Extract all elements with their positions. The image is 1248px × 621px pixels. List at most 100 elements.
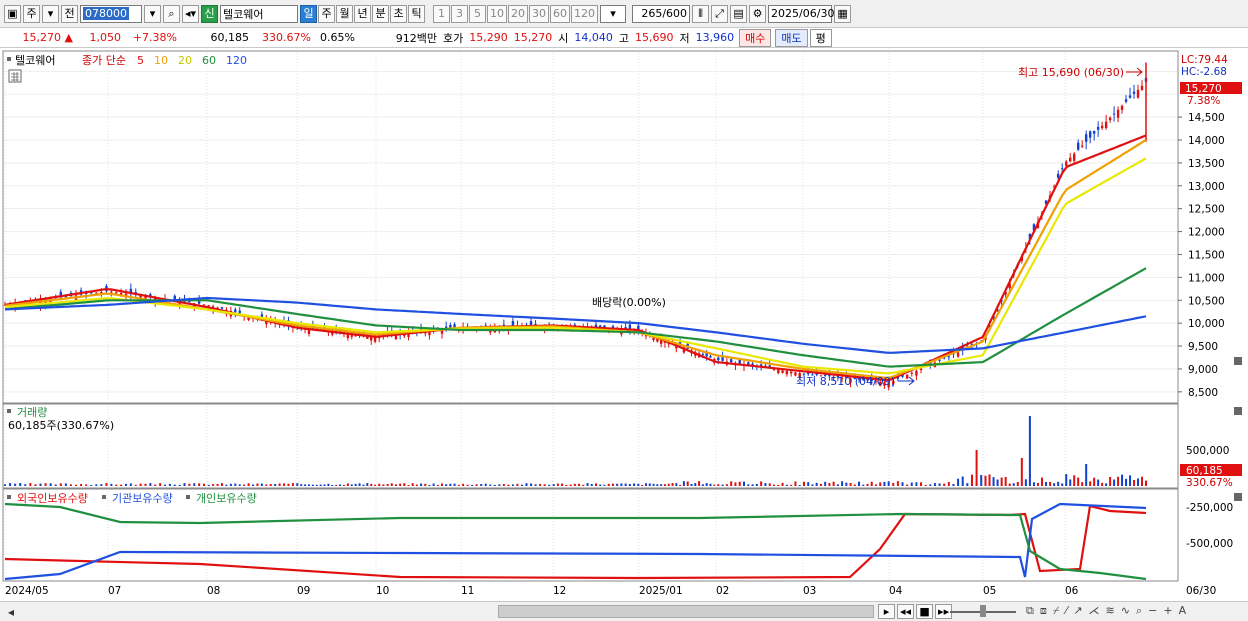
volume-bar	[252, 484, 255, 486]
volume-bar	[498, 484, 501, 486]
date-input[interactable]: 2025/06/30	[768, 4, 835, 23]
volume-bar	[709, 483, 712, 486]
volume-bar	[29, 483, 32, 486]
volume-bar	[1077, 477, 1080, 486]
price-close-icon[interactable]	[1234, 357, 1242, 365]
chart-type-icon[interactable]: ⧉	[1026, 604, 1034, 618]
fib-tool-icon[interactable]: ⋌	[1089, 604, 1100, 618]
current-pct-label: 7.38%	[1187, 95, 1220, 107]
stock-code-input[interactable]: 078000	[80, 4, 142, 23]
line-tool-icon[interactable]: ⁄	[1065, 604, 1067, 618]
y-tick-11: 9,000	[1188, 364, 1218, 376]
calendar-icon[interactable]: ▦	[834, 4, 852, 23]
interval-tab-5[interactable]: 30	[529, 4, 550, 23]
text-tool-icon[interactable]: ≋	[1106, 604, 1115, 618]
scroll-right-icon[interactable]: ▸	[878, 604, 895, 619]
interval-tab-3[interactable]: 10	[487, 4, 508, 23]
volume-bar	[970, 474, 973, 486]
volume-legend-square	[7, 409, 11, 413]
volume-close-icon[interactable]	[1234, 407, 1242, 415]
candle-body	[956, 352, 960, 357]
font-size-icon[interactable]: A	[1179, 604, 1187, 618]
interval-tab-0[interactable]: 1	[433, 4, 451, 23]
date-value: 2025/06/30	[771, 7, 835, 20]
volume-bar	[1093, 477, 1096, 486]
volume-ratio: 330.67%	[262, 31, 311, 44]
eval-button[interactable]: 평	[809, 28, 832, 47]
save-icon[interactable]: ▤	[730, 4, 748, 23]
interval-dropdown[interactable]: ▾	[600, 4, 627, 23]
volume-bar	[858, 481, 861, 486]
period-tab-1[interactable]: 주	[318, 4, 336, 23]
scrollbar-thumb[interactable]	[498, 605, 874, 618]
draw-tool-icon[interactable]: ⤢	[711, 4, 729, 23]
volume-bar	[824, 481, 827, 486]
volume-bar	[633, 483, 636, 486]
scroll-left-icon[interactable]: ◂	[4, 604, 18, 619]
period-tab-5[interactable]: 초	[390, 4, 408, 23]
volume-bar	[212, 484, 215, 486]
candle-body	[100, 291, 103, 294]
bid-value: 15,270	[513, 31, 553, 44]
fit-icon[interactable]: ⌿	[1053, 604, 1060, 618]
new-badge: 신	[201, 4, 219, 23]
interval-tab-4[interactable]: 20	[508, 4, 529, 23]
stock-chart[interactable]: 14,500 14,000 13,500 13,000 12,500 12,000 11,5…	[0, 49, 1248, 601]
layout-icon[interactable]: ▣	[4, 4, 21, 23]
candle-body	[95, 292, 98, 294]
volume-bar	[694, 483, 697, 486]
period-tab-4[interactable]: 분	[372, 4, 390, 23]
volume-bar	[607, 483, 610, 486]
gear-icon[interactable]: ⚙	[749, 4, 767, 23]
interval-tab-2[interactable]: 5	[469, 4, 487, 23]
sell-button[interactable]: 매도	[775, 28, 808, 47]
volume-bar	[229, 483, 232, 486]
speaker-icon[interactable]: ◂▾	[182, 4, 200, 23]
buy-button[interactable]: 매수	[739, 28, 772, 47]
volume-bar	[705, 483, 708, 486]
volume-bar	[480, 484, 483, 486]
count-field[interactable]: 265/600	[632, 4, 691, 23]
volume-bar	[370, 483, 373, 486]
zoom-icon[interactable]: ⌕	[1136, 604, 1142, 618]
interval-tab-6[interactable]: 60	[550, 4, 571, 23]
period-select[interactable]: 주	[23, 4, 40, 23]
stock-name-field: 텔코웨어	[220, 4, 299, 23]
code-dropdown-icon[interactable]: ▾	[144, 4, 161, 23]
volume-bar	[49, 483, 52, 486]
magnet-icon[interactable]: ∿	[1121, 604, 1130, 618]
candle-icon[interactable]: ⫴	[692, 4, 710, 23]
volume-bar	[1113, 479, 1116, 486]
volume-bar	[164, 484, 166, 486]
compare-icon[interactable]: ⧈	[1040, 604, 1047, 618]
volume-bar	[534, 484, 537, 486]
period-tab-0[interactable]: 일	[300, 4, 318, 23]
holding-y-tick-1: -500,000	[1186, 538, 1233, 550]
volume-bar	[751, 484, 754, 486]
zoom-out-icon[interactable]: −	[1148, 604, 1157, 618]
candle-body	[202, 304, 206, 306]
stop-icon[interactable]: ■	[916, 604, 934, 619]
volume-bar	[274, 484, 277, 486]
x-tick-1: 07	[108, 585, 121, 597]
prev-button[interactable]: 전	[61, 4, 78, 23]
period-tab-3[interactable]: 년	[354, 4, 372, 23]
volume-bar	[287, 483, 290, 486]
holding-close-icon[interactable]	[1234, 493, 1242, 501]
interval-tab-7[interactable]: 120	[571, 4, 599, 23]
volume-bar	[129, 483, 132, 486]
volume-bar	[845, 482, 848, 486]
zoom-slider-handle[interactable]	[980, 605, 986, 617]
rewind-icon[interactable]: ◂◂	[897, 604, 915, 619]
zoom-in-icon[interactable]: +	[1163, 604, 1172, 618]
interval-tab-1[interactable]: 3	[451, 4, 469, 23]
ma-legend-20: 20	[178, 54, 192, 67]
period-tab-6[interactable]: 틱	[408, 4, 426, 23]
candle-body	[717, 357, 720, 361]
volume-bar	[54, 484, 57, 486]
volume-bar	[556, 483, 559, 486]
trend-tool-icon[interactable]: ↗	[1073, 604, 1082, 618]
search-icon[interactable]: ⌕	[163, 4, 180, 23]
period-tab-2[interactable]: 월	[336, 4, 354, 23]
dropdown-icon[interactable]: ▾	[42, 4, 59, 23]
